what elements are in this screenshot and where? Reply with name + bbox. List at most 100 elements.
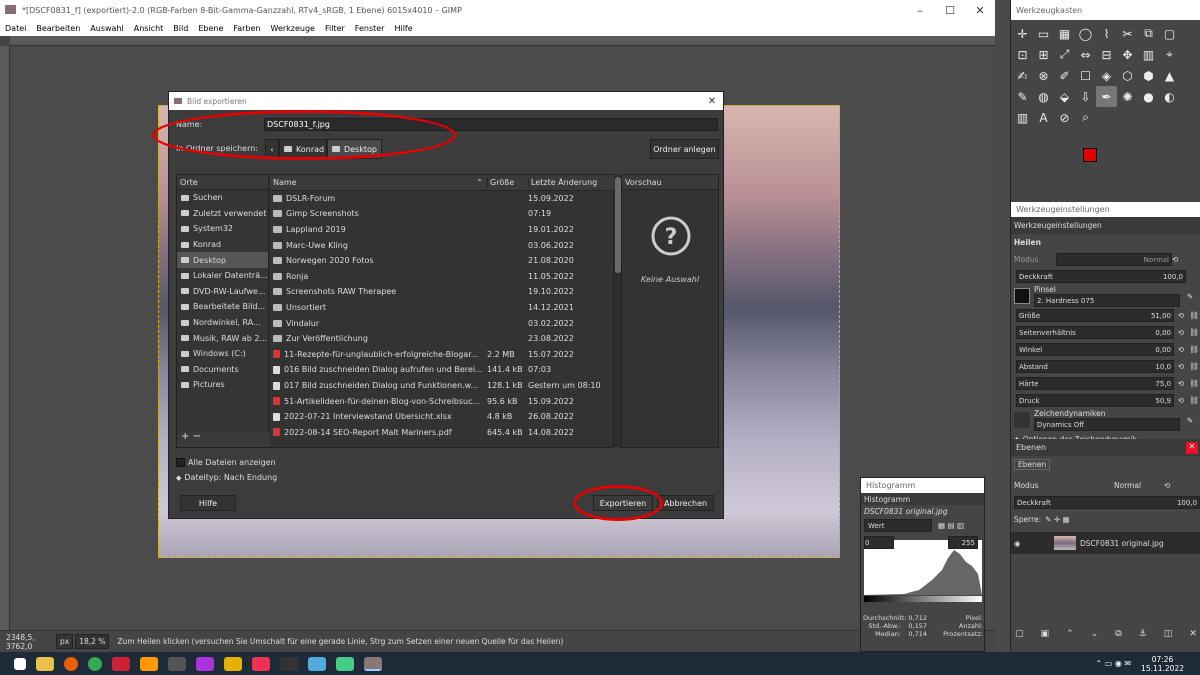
menu-filter[interactable]: Filter	[320, 24, 350, 33]
close-button[interactable]: ✕	[965, 4, 995, 17]
range-min[interactable]: 0	[864, 536, 894, 549]
file-row[interactable]: Norwegen 2020 Fotos 21.08.2020	[270, 253, 615, 269]
tool-icon[interactable]: ◈	[1096, 65, 1117, 86]
file-row[interactable]: 11-Rezepte-für-unglaublich-erfolgreiche-…	[270, 347, 615, 363]
app-icon[interactable]	[336, 656, 354, 671]
tool-icon[interactable]: ▲	[1159, 65, 1180, 86]
filetype-expander[interactable]: ◆ Dateityp: Nach Endung	[176, 473, 277, 482]
tool-icon[interactable]: ⧉	[1138, 23, 1159, 44]
menu-ansicht[interactable]: Ansicht	[129, 24, 169, 33]
layer-opacity-slider[interactable]: Deckkraft 100,0	[1014, 496, 1200, 509]
layer-row[interactable]: ◉ DSCF0831 original.jpg	[1011, 532, 1200, 554]
tool-icon[interactable]: ⊗	[1033, 65, 1054, 86]
file-row[interactable]: Ronja 11.05.2022	[270, 269, 615, 285]
place-item[interactable]: Musik, RAW ab 2...	[177, 330, 268, 346]
add-place-button[interactable]: +	[181, 431, 189, 442]
place-item[interactable]: Lokaler Datenträ...	[177, 268, 268, 284]
menu-hilfe[interactable]: Hilfe	[389, 24, 417, 33]
menu-farben[interactable]: Farben	[228, 24, 265, 33]
mask-icon[interactable]: ◫	[1164, 629, 1173, 639]
reset-icon[interactable]: ⟲	[1174, 328, 1188, 337]
tool-icon[interactable]: ⬡	[1117, 65, 1138, 86]
tool-icon[interactable]: ⊘	[1054, 107, 1075, 128]
tool-icon[interactable]: ◯	[1075, 23, 1096, 44]
crumb-konrad[interactable]: Konrad	[279, 139, 327, 159]
tool-icon[interactable]: ▢	[1159, 23, 1180, 44]
tool-icon[interactable]: ✒	[1096, 86, 1117, 107]
place-item[interactable]: Konrad	[177, 237, 268, 253]
cancel-button[interactable]: Abbrechen	[657, 495, 714, 511]
place-item[interactable]: Suchen	[177, 190, 268, 206]
param-slider[interactable]: Seitenverhältnis 0,00	[1016, 326, 1174, 339]
firefox-icon[interactable]	[64, 656, 78, 671]
unit-select[interactable]: px	[56, 634, 74, 649]
reset-icon[interactable]: ⟲	[1174, 396, 1188, 405]
file-row[interactable]: Marc-Uwe Kling 03.06.2022	[270, 237, 615, 253]
param-slider[interactable]: Winkel 0,00	[1016, 343, 1174, 356]
anchor-icon[interactable]: ⚓	[1139, 629, 1147, 639]
menu-bild[interactable]: Bild	[168, 24, 193, 33]
duplicate-icon[interactable]: ⧉	[1115, 629, 1121, 639]
close-icon[interactable]: ✕	[1186, 441, 1198, 454]
tool-icon[interactable]: ✐	[1054, 65, 1075, 86]
file-row[interactable]: 2022-07-21 Interviewstand Übersicht.xlsx…	[270, 409, 615, 425]
reset-icon[interactable]: ⟲	[1174, 379, 1188, 388]
tool-icon[interactable]: ⊡	[1012, 44, 1033, 65]
chrome-icon[interactable]	[88, 656, 102, 671]
place-item[interactable]: Nordwinkel, RA...	[177, 315, 268, 331]
app-icon[interactable]	[252, 656, 270, 671]
edit-icon[interactable]: ✎	[1180, 292, 1200, 301]
file-row[interactable]: Gimp Screenshots 07:19	[270, 206, 615, 222]
reset-icon[interactable]: ⟲	[1174, 311, 1188, 320]
tool-icon[interactable]: ✎	[1012, 86, 1033, 107]
menu-ebene[interactable]: Ebene	[193, 24, 228, 33]
tool-icon[interactable]: ●	[1138, 86, 1159, 107]
link-icon[interactable]: ⛓	[1188, 362, 1200, 371]
minimize-button[interactable]: –	[905, 4, 935, 17]
foreground-color[interactable]	[1083, 148, 1097, 162]
tool-icon[interactable]: ✥	[1117, 44, 1138, 65]
layers-tab[interactable]: Ebenen	[1011, 456, 1200, 473]
windows-start-icon[interactable]	[14, 657, 26, 670]
app-icon[interactable]	[112, 656, 130, 671]
lock-pixels-icon[interactable]: ✎ ✛ ▦	[1045, 515, 1069, 524]
tool-options-tab[interactable]: Werkzeugeinstellungen	[1011, 217, 1200, 234]
help-button[interactable]: Hilfe	[180, 495, 236, 511]
edit-icon[interactable]: ✎	[1180, 416, 1200, 425]
tool-icon[interactable]: ⇔	[1075, 44, 1096, 65]
tool-icon[interactable]: ✺	[1117, 86, 1138, 107]
menu-bearbeiten[interactable]: Bearbeiten	[31, 24, 85, 33]
tool-icon[interactable]: ▥	[1138, 44, 1159, 65]
mode-select[interactable]: Normal	[1056, 253, 1172, 266]
layer-mode-select[interactable]: Normal	[1114, 481, 1164, 490]
lower-icon[interactable]: ⌄	[1091, 629, 1099, 639]
tool-icon[interactable]: ⬙	[1054, 86, 1075, 107]
tool-icon[interactable]: ◐	[1159, 86, 1180, 107]
crumb-back-button[interactable]: ‹	[265, 139, 279, 159]
export-button[interactable]: Exportieren	[593, 495, 653, 511]
tool-icon[interactable]: ▭	[1033, 23, 1054, 44]
tool-icon[interactable]: ✂	[1117, 23, 1138, 44]
param-slider[interactable]: Abstand 10,0	[1016, 360, 1174, 373]
app-icon[interactable]	[168, 656, 186, 671]
file-row[interactable]: Unsortiert 14.12.2021	[270, 300, 615, 316]
tool-icon[interactable]: ⇩	[1075, 86, 1096, 107]
place-item[interactable]: Windows (C:)	[177, 346, 268, 362]
tool-icon[interactable]: ☐	[1075, 65, 1096, 86]
menu-werkzeuge[interactable]: Werkzeuge	[266, 24, 320, 33]
histogram-tab[interactable]: Histogramm	[861, 493, 984, 505]
place-item[interactable]: Bearbeitete Bild...	[177, 299, 268, 315]
crumb-desktop[interactable]: Desktop	[327, 139, 382, 159]
place-item[interactable]: Pictures	[177, 377, 268, 393]
dynamics-select[interactable]: Dynamics Off	[1034, 418, 1180, 431]
reset-icon[interactable]: ⟲	[1174, 362, 1188, 371]
gimp-taskbar-icon[interactable]	[364, 656, 382, 671]
file-row[interactable]: 017 Bild zuschneiden Dialog und Funktion…	[270, 378, 615, 394]
app-icon[interactable]	[280, 656, 298, 671]
menu-auswahl[interactable]: Auswahl	[85, 24, 128, 33]
channel-select[interactable]: Wert	[864, 519, 932, 532]
app-icon[interactable]	[196, 656, 214, 671]
tool-icon[interactable]: ⤢	[1054, 44, 1075, 65]
link-icon[interactable]: ⛓	[1188, 328, 1200, 337]
filename-input[interactable]: DSCF0831_f.jpg	[264, 118, 718, 131]
